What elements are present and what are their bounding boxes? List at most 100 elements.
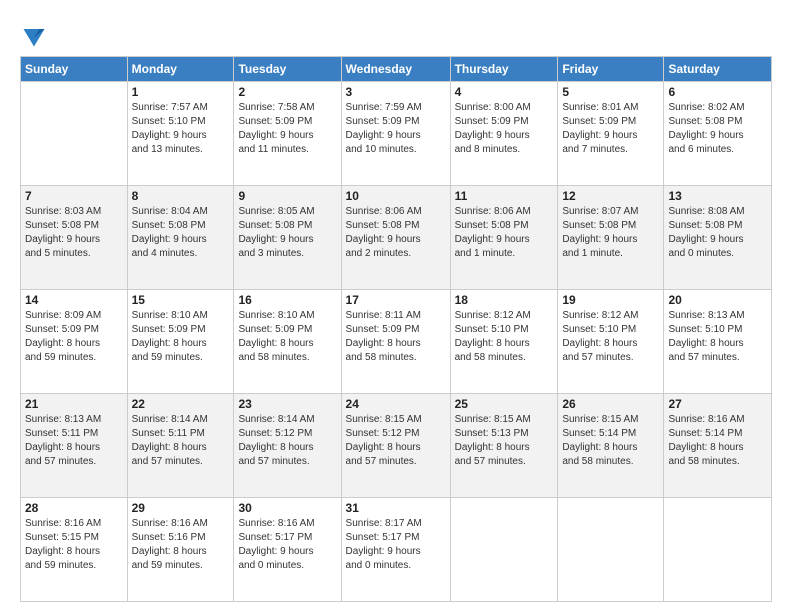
header-day-wednesday: Wednesday xyxy=(341,57,450,82)
header-day-friday: Friday xyxy=(558,57,664,82)
day-cell: 24Sunrise: 8:15 AM Sunset: 5:12 PM Dayli… xyxy=(341,394,450,498)
day-number: 28 xyxy=(25,501,123,515)
day-cell xyxy=(558,498,664,602)
day-cell: 22Sunrise: 8:14 AM Sunset: 5:11 PM Dayli… xyxy=(127,394,234,498)
day-cell: 9 Sunrise: 8:05 AM Sunset: 5:08 PM Daylig… xyxy=(234,186,341,290)
day-number: 15 xyxy=(132,293,230,307)
day-cell: 21 Sunrise: 8:13 AM Sunset: 5:11 PM Dayli… xyxy=(21,394,128,498)
day-number: 25 xyxy=(455,397,554,411)
day-cell: 8 Sunrise: 8:04 AM Sunset: 5:08 PM Daylig… xyxy=(127,186,234,290)
day-info: Sunrise: 8:03 AM Sunset: 5:08 PM Dayligh… xyxy=(25,205,123,261)
day-info: Sunrise: 7:59 AM Sunset: 5:09 PM Dayligh… xyxy=(346,101,446,157)
day-info: Sunrise: 8:13 AM Sunset: 5:10 PM Dayligh… xyxy=(668,309,767,365)
calendar-body: 1Sunrise: 7:57 AM Sunset: 5:10 PM Daylig… xyxy=(21,82,772,602)
day-number: 21 xyxy=(25,397,123,411)
day-info: Sunrise: 8:12 AM Sunset: 5:10 PM Dayligh… xyxy=(562,309,659,365)
day-number: 23 xyxy=(238,397,336,411)
day-info: Sunrise: 8:12 AM Sunset: 5:10 PM Dayligh… xyxy=(455,309,554,365)
day-number: 2 xyxy=(238,85,336,99)
day-cell: 25 Sunrise: 8:15 AM Sunset: 5:13 PM Dayli… xyxy=(450,394,558,498)
day-cell: 13 Sunrise: 8:08 AM Sunset: 5:08 PM Dayli… xyxy=(664,186,772,290)
day-info: Sunrise: 8:17 AM Sunset: 5:17 PM Dayligh… xyxy=(346,517,446,573)
day-info: Sunrise: 8:08 AM Sunset: 5:08 PM Dayligh… xyxy=(668,205,767,261)
day-cell: 27 Sunrise: 8:16 AM Sunset: 5:14 PM Dayli… xyxy=(664,394,772,498)
day-info: Sunrise: 8:16 AM Sunset: 5:15 PM Dayligh… xyxy=(25,517,123,573)
header xyxy=(20,18,772,50)
day-cell: 20Sunrise: 8:13 AM Sunset: 5:10 PM Dayli… xyxy=(664,290,772,394)
week-row-3: 14 Sunrise: 8:09 AM Sunset: 5:09 PM Dayli… xyxy=(21,290,772,394)
day-cell: 31 Sunrise: 8:17 AM Sunset: 5:17 PM Dayli… xyxy=(341,498,450,602)
day-info: Sunrise: 8:14 AM Sunset: 5:12 PM Dayligh… xyxy=(238,413,336,469)
day-number: 30 xyxy=(238,501,336,515)
day-cell: 3 Sunrise: 7:59 AM Sunset: 5:09 PM Daylig… xyxy=(341,82,450,186)
day-number: 14 xyxy=(25,293,123,307)
day-info: Sunrise: 8:11 AM Sunset: 5:09 PM Dayligh… xyxy=(346,309,446,365)
day-info: Sunrise: 8:13 AM Sunset: 5:11 PM Dayligh… xyxy=(25,413,123,469)
day-number: 31 xyxy=(346,501,446,515)
day-cell: 12Sunrise: 8:07 AM Sunset: 5:08 PM Dayli… xyxy=(558,186,664,290)
header-day-sunday: Sunday xyxy=(21,57,128,82)
day-number: 13 xyxy=(668,189,767,203)
day-info: Sunrise: 8:15 AM Sunset: 5:12 PM Dayligh… xyxy=(346,413,446,469)
day-cell: 7Sunrise: 8:03 AM Sunset: 5:08 PM Daylig… xyxy=(21,186,128,290)
header-day-monday: Monday xyxy=(127,57,234,82)
calendar-header: SundayMondayTuesdayWednesdayThursdayFrid… xyxy=(21,57,772,82)
day-number: 18 xyxy=(455,293,554,307)
day-info: Sunrise: 8:16 AM Sunset: 5:16 PM Dayligh… xyxy=(132,517,230,573)
day-cell: 5 Sunrise: 8:01 AM Sunset: 5:09 PM Daylig… xyxy=(558,82,664,186)
day-number: 4 xyxy=(455,85,554,99)
header-row: SundayMondayTuesdayWednesdayThursdayFrid… xyxy=(21,57,772,82)
day-number: 6 xyxy=(668,85,767,99)
day-cell xyxy=(664,498,772,602)
day-cell: 18 Sunrise: 8:12 AM Sunset: 5:10 PM Dayli… xyxy=(450,290,558,394)
day-cell: 28 Sunrise: 8:16 AM Sunset: 5:15 PM Dayli… xyxy=(21,498,128,602)
day-info: Sunrise: 8:09 AM Sunset: 5:09 PM Dayligh… xyxy=(25,309,123,365)
calendar: SundayMondayTuesdayWednesdayThursdayFrid… xyxy=(20,56,772,602)
day-number: 22 xyxy=(132,397,230,411)
day-number: 3 xyxy=(346,85,446,99)
day-info: Sunrise: 8:01 AM Sunset: 5:09 PM Dayligh… xyxy=(562,101,659,157)
week-row-4: 21 Sunrise: 8:13 AM Sunset: 5:11 PM Dayli… xyxy=(21,394,772,498)
day-number: 11 xyxy=(455,189,554,203)
day-number: 27 xyxy=(668,397,767,411)
day-cell: 17 Sunrise: 8:11 AM Sunset: 5:09 PM Dayli… xyxy=(341,290,450,394)
day-info: Sunrise: 8:16 AM Sunset: 5:14 PM Dayligh… xyxy=(668,413,767,469)
day-info: Sunrise: 8:07 AM Sunset: 5:08 PM Dayligh… xyxy=(562,205,659,261)
day-cell: 10 Sunrise: 8:06 AM Sunset: 5:08 PM Dayli… xyxy=(341,186,450,290)
day-cell: 14 Sunrise: 8:09 AM Sunset: 5:09 PM Dayli… xyxy=(21,290,128,394)
day-number: 29 xyxy=(132,501,230,515)
day-info: Sunrise: 8:04 AM Sunset: 5:08 PM Dayligh… xyxy=(132,205,230,261)
day-cell: 11 Sunrise: 8:06 AM Sunset: 5:08 PM Dayli… xyxy=(450,186,558,290)
day-info: Sunrise: 8:15 AM Sunset: 5:13 PM Dayligh… xyxy=(455,413,554,469)
day-cell xyxy=(450,498,558,602)
page: SundayMondayTuesdayWednesdayThursdayFrid… xyxy=(0,0,792,612)
header-day-tuesday: Tuesday xyxy=(234,57,341,82)
day-info: Sunrise: 8:06 AM Sunset: 5:08 PM Dayligh… xyxy=(346,205,446,261)
header-day-saturday: Saturday xyxy=(664,57,772,82)
day-info: Sunrise: 7:57 AM Sunset: 5:10 PM Dayligh… xyxy=(132,101,230,157)
day-info: Sunrise: 8:10 AM Sunset: 5:09 PM Dayligh… xyxy=(238,309,336,365)
day-number: 16 xyxy=(238,293,336,307)
day-number: 9 xyxy=(238,189,336,203)
week-row-5: 28 Sunrise: 8:16 AM Sunset: 5:15 PM Dayli… xyxy=(21,498,772,602)
logo-icon xyxy=(20,22,48,50)
day-info: Sunrise: 8:05 AM Sunset: 5:08 PM Dayligh… xyxy=(238,205,336,261)
day-number: 17 xyxy=(346,293,446,307)
day-cell xyxy=(21,82,128,186)
day-number: 5 xyxy=(562,85,659,99)
header-day-thursday: Thursday xyxy=(450,57,558,82)
week-row-1: 1Sunrise: 7:57 AM Sunset: 5:10 PM Daylig… xyxy=(21,82,772,186)
day-info: Sunrise: 7:58 AM Sunset: 5:09 PM Dayligh… xyxy=(238,101,336,157)
day-cell: 1Sunrise: 7:57 AM Sunset: 5:10 PM Daylig… xyxy=(127,82,234,186)
day-info: Sunrise: 8:00 AM Sunset: 5:09 PM Dayligh… xyxy=(455,101,554,157)
day-info: Sunrise: 8:06 AM Sunset: 5:08 PM Dayligh… xyxy=(455,205,554,261)
day-number: 8 xyxy=(132,189,230,203)
day-cell: 2 Sunrise: 7:58 AM Sunset: 5:09 PM Daylig… xyxy=(234,82,341,186)
week-row-2: 7Sunrise: 8:03 AM Sunset: 5:08 PM Daylig… xyxy=(21,186,772,290)
day-info: Sunrise: 8:16 AM Sunset: 5:17 PM Dayligh… xyxy=(238,517,336,573)
day-cell: 23 Sunrise: 8:14 AM Sunset: 5:12 PM Dayli… xyxy=(234,394,341,498)
day-cell: 16 Sunrise: 8:10 AM Sunset: 5:09 PM Dayli… xyxy=(234,290,341,394)
day-info: Sunrise: 8:15 AM Sunset: 5:14 PM Dayligh… xyxy=(562,413,659,469)
day-cell: 4 Sunrise: 8:00 AM Sunset: 5:09 PM Daylig… xyxy=(450,82,558,186)
day-number: 10 xyxy=(346,189,446,203)
